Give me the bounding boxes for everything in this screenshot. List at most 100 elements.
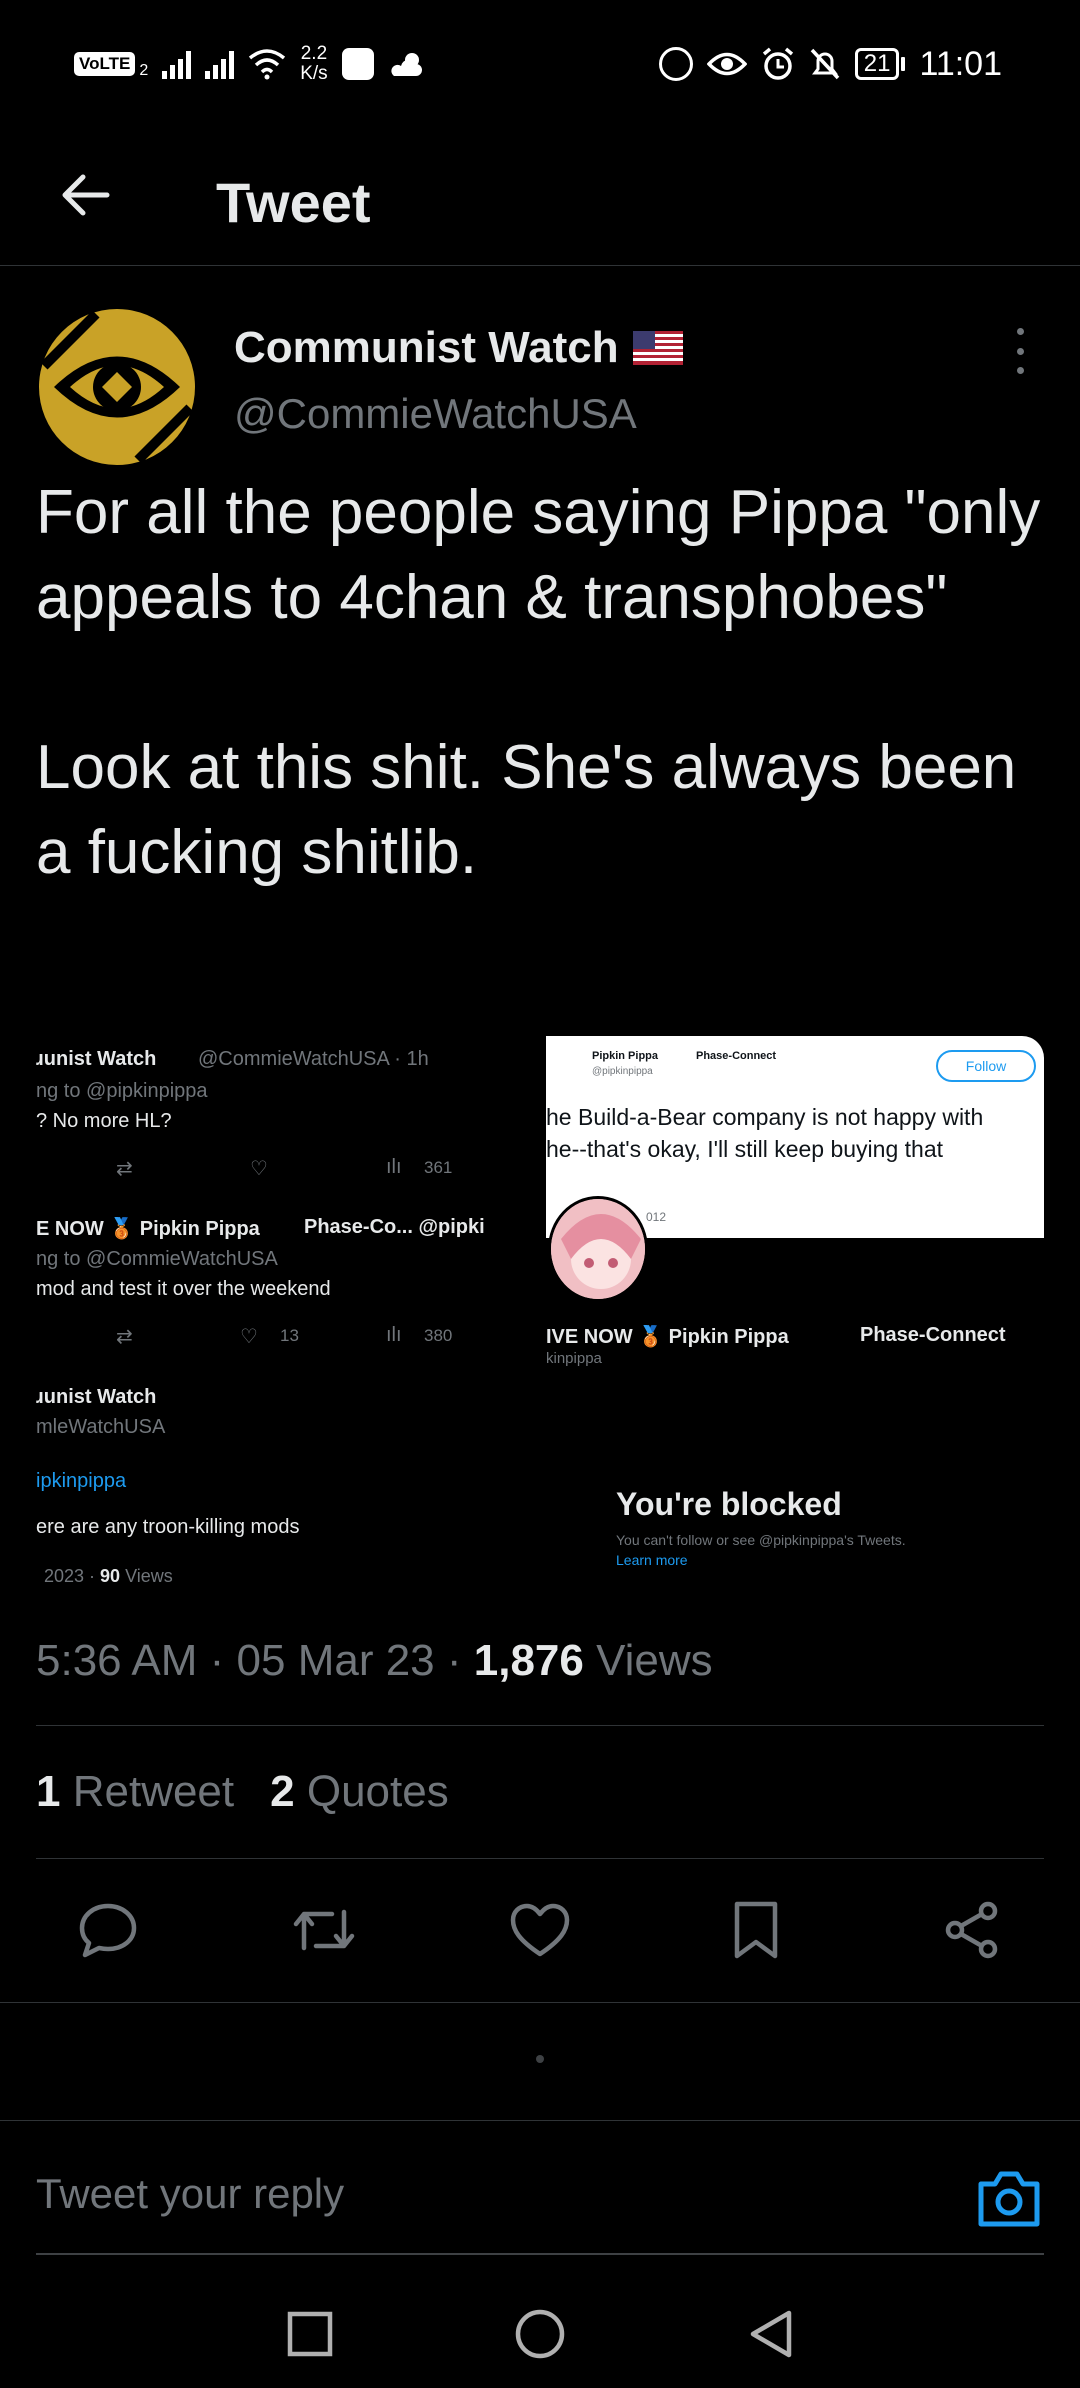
top-bar: Tweet	[0, 130, 1080, 266]
recents-button[interactable]	[278, 2302, 342, 2366]
camera-button[interactable]	[975, 2168, 1043, 2230]
ml-text-2: mod and test it over the weekend	[36, 1278, 331, 1300]
reply-underline	[36, 2253, 1044, 2255]
weather-icon	[391, 53, 422, 76]
ml-name-2-rest: Phase-Co... @pipki	[304, 1216, 485, 1238]
card-text-2: he--that's okay, I'll still keep buying …	[546, 1136, 943, 1162]
blocked-subtitle: You can't follow or see @pipkinpippa's T…	[616, 1532, 906, 1548]
page-title: Tweet	[216, 171, 371, 234]
status-left: VoLTE 2 2.2 K/s	[74, 38, 426, 90]
divider	[0, 2002, 1080, 2003]
quotes-stat[interactable]: 2 Quotes	[270, 1767, 449, 1817]
app-notification-icon	[341, 48, 374, 80]
ml-text-1: ? No more HL?	[36, 1110, 172, 1132]
retweet-button[interactable]	[284, 1890, 364, 1970]
quotes-count: 2	[270, 1767, 295, 1816]
author-name-text: Communist Watch	[234, 323, 619, 372]
card-name: Pipkin Pippa	[592, 1050, 659, 1062]
card-text-1: he Build-a-Bear company is not happy wit…	[546, 1104, 984, 1130]
views-icon: ılı	[386, 1324, 402, 1346]
back-nav-button[interactable]	[738, 2302, 802, 2366]
data-saver-icon	[658, 47, 693, 81]
camera-icon	[978, 2171, 1040, 2227]
more-vertical-icon	[1016, 328, 1024, 335]
volte-badge: VoLTE	[74, 52, 136, 76]
retweets-stat[interactable]: 1 Retweet	[36, 1767, 234, 1817]
battery-icon: 21	[854, 48, 906, 80]
action-bar	[36, 1890, 1044, 1970]
card-year: 012	[646, 1210, 667, 1224]
quotes-label: Quotes	[306, 1767, 449, 1816]
divider	[0, 2120, 1080, 2121]
tweet-media[interactable]: ɹunist Watch @CommieWatchUSA · 1h ng to …	[36, 1036, 1044, 1596]
us-flag-icon	[632, 331, 683, 365]
retweet-icon: ⇄	[116, 1326, 133, 1348]
ml-views-2: 380	[424, 1326, 453, 1345]
tweet-meta: 5:36 AM · 05 Mar 23 · 1,876 Views	[36, 1636, 713, 1686]
views-count: 1,876	[473, 1636, 584, 1685]
alarm-icon	[762, 47, 793, 80]
share-icon	[945, 1901, 998, 1959]
bookmark-icon	[734, 1901, 778, 1959]
media-image-left[interactable]: ɹunist Watch @CommieWatchUSA · 1h ng to …	[36, 1036, 542, 1596]
like-button[interactable]	[500, 1890, 580, 1970]
bookmark-button[interactable]	[716, 1890, 796, 1970]
card-handle: @pipkinpippa	[592, 1066, 653, 1077]
learn-more-link: Learn more	[616, 1552, 688, 1568]
media-image-right[interactable]: Pipkin Pippa Phase-Connect @pipkinpippa …	[546, 1036, 1044, 1596]
more-options-button[interactable]	[1005, 328, 1035, 374]
battery-level: 21	[854, 48, 900, 80]
ml-views-1: 361	[424, 1158, 453, 1177]
follow-button: Follow	[936, 1050, 1036, 1082]
reply-button[interactable]	[68, 1890, 148, 1970]
ml-mention-3: ipkinpippa	[36, 1470, 127, 1492]
heart-icon	[510, 1903, 570, 1957]
retweet-icon	[293, 1909, 355, 1951]
views-icon: ılı	[386, 1156, 402, 1178]
avatar[interactable]	[36, 306, 198, 468]
views-label: Views	[596, 1636, 713, 1685]
net-speed: 2.2 K/s	[300, 44, 327, 84]
back-button[interactable]	[50, 160, 120, 230]
share-button[interactable]	[932, 1890, 1012, 1970]
net-speed-unit: K/s	[300, 63, 328, 84]
live-handle: kinpippa	[546, 1350, 602, 1367]
mute-bell-icon	[810, 48, 840, 80]
ml-reply-2: ng to @CommieWatchUSA	[36, 1248, 278, 1270]
comment-icon	[79, 1903, 137, 1958]
blocked-title: You're blocked	[616, 1486, 842, 1522]
ml-reply-1: ng to @pipkinpippa	[36, 1080, 208, 1102]
status-bar: VoLTE 2 2.2 K/s 21 11:01	[0, 0, 1080, 130]
card-name-rest: Phase-Connect	[696, 1050, 777, 1062]
author-handle[interactable]: @CommieWatchUSA	[234, 390, 637, 438]
status-right: 21 11:01	[658, 38, 1002, 90]
wifi-icon	[249, 49, 286, 80]
ml-name-2: E NOW 🥉 Pipkin Pippa	[36, 1218, 260, 1240]
eye-logo-icon	[39, 309, 195, 465]
eye-icon	[706, 52, 747, 76]
pippa-avatar	[548, 1196, 648, 1302]
home-button[interactable]	[508, 2302, 572, 2366]
ml-handle-1: @CommieWatchUSA · 1h	[198, 1048, 429, 1070]
heart-icon: ♡	[240, 1326, 258, 1348]
ml-date-3: 2023 · 90 Views	[44, 1566, 173, 1586]
ml-text-3: ere are any troon-killing mods	[36, 1516, 300, 1538]
triangle-back-icon	[750, 2310, 792, 2358]
divider	[36, 1858, 1044, 1859]
square-icon	[287, 2311, 333, 2357]
circle-icon	[515, 2309, 565, 2359]
clock: 11:01	[919, 44, 1002, 83]
ml-name-3: ɹunist Watch	[36, 1386, 157, 1408]
signal-icon	[162, 49, 192, 79]
ml-handle-3: mleWatchUSA	[36, 1416, 166, 1438]
sim-number: 2	[139, 62, 149, 79]
retweets-label: Retweet	[72, 1767, 235, 1816]
divider	[36, 1725, 1044, 1726]
arrow-left-icon	[62, 174, 110, 216]
system-nav-bar	[0, 2280, 1080, 2388]
author-name[interactable]: Communist Watch	[234, 323, 683, 373]
engagement-stats: 1 Retweet 2 Quotes	[36, 1767, 449, 1817]
reply-input[interactable]	[36, 2170, 936, 2218]
live-label: IVE NOW 🥉 Pipkin Pippa	[546, 1326, 789, 1348]
ml-name-1: ɹunist Watch	[36, 1048, 157, 1070]
